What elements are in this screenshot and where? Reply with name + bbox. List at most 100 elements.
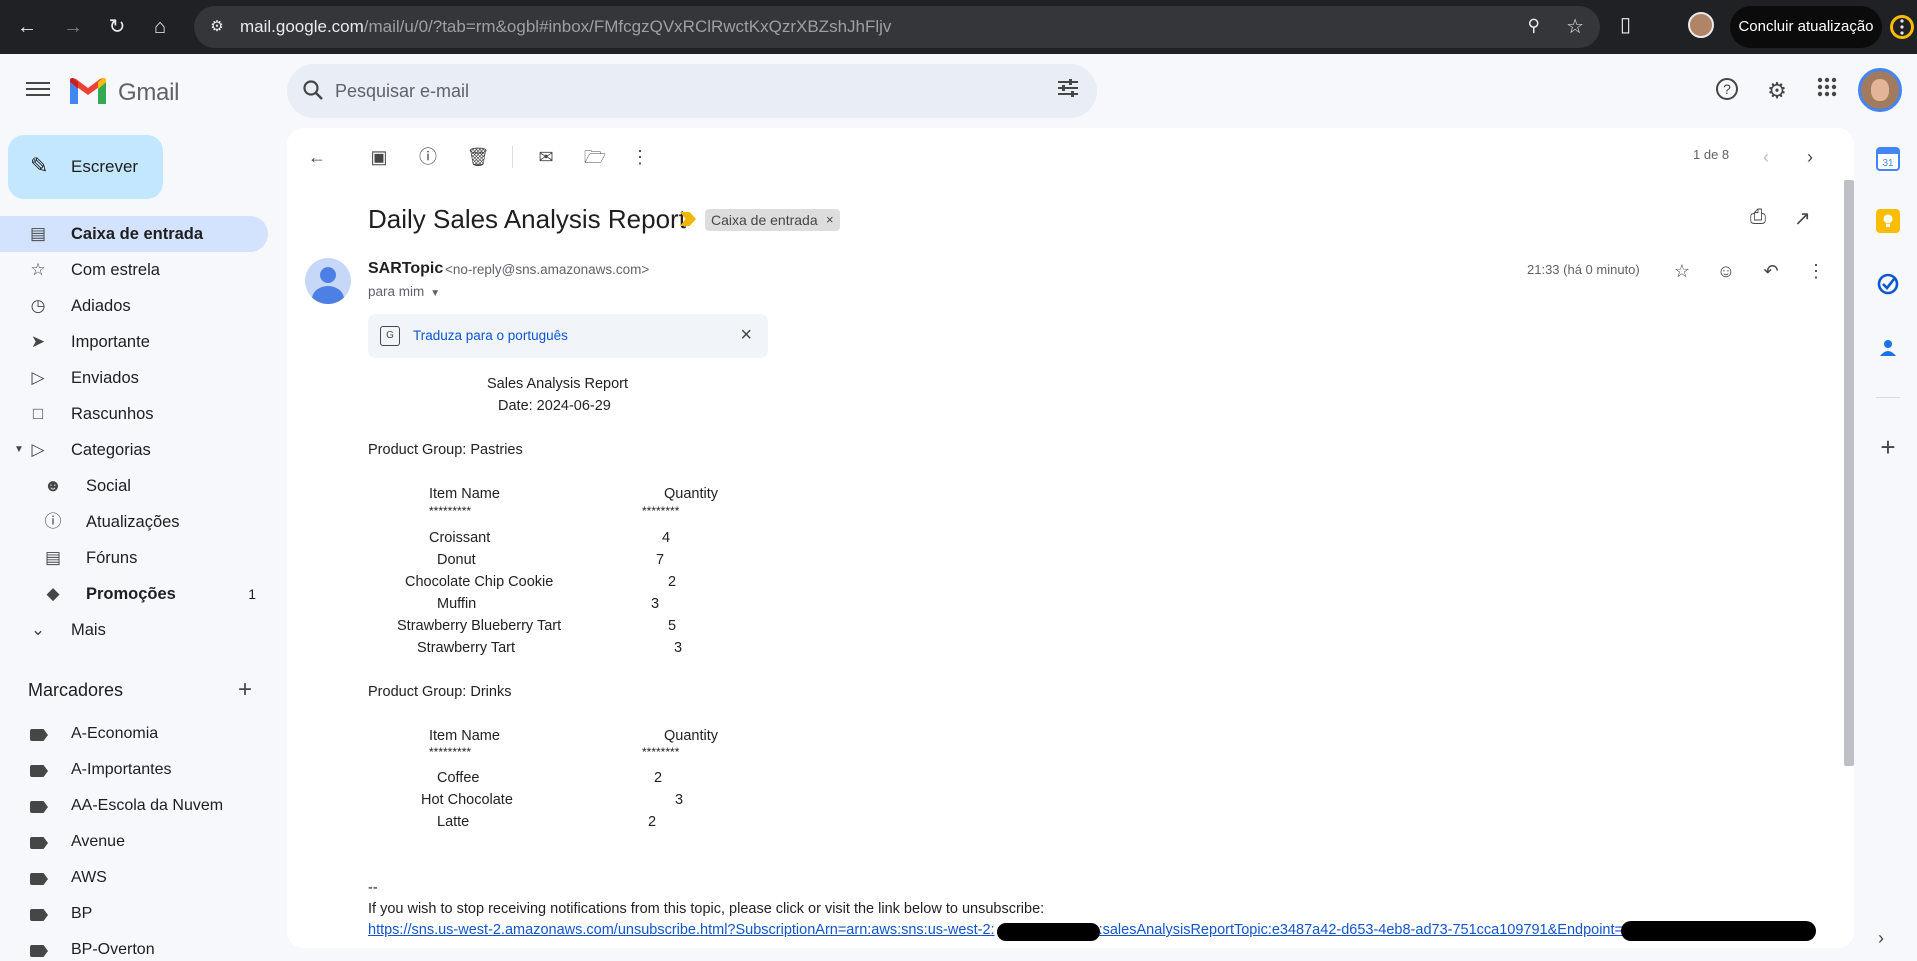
more-actions-icon[interactable]: ⋮ — [625, 142, 655, 172]
item-qty: 2 — [668, 574, 677, 590]
update-button[interactable]: Concluir atualização — [1730, 6, 1882, 48]
tasks-icon[interactable] — [1876, 272, 1900, 296]
sidebar-item-label: Importante — [71, 333, 150, 351]
unsubscribe-link[interactable]: https://sns.us-west-2.amazonaws.com/unsu… — [368, 922, 1623, 938]
sidebar-item-important[interactable]: ➤ Importante — [0, 324, 268, 360]
main-menu-icon[interactable] — [26, 78, 50, 102]
gmail-logo[interactable]: Gmail — [70, 76, 182, 108]
add-label-icon[interactable]: + — [238, 676, 252, 704]
sidebar-item-label: Promoções — [86, 585, 176, 603]
url-host: mail.google.com — [240, 17, 364, 36]
calendar-icon[interactable]: 31 — [1876, 147, 1900, 171]
url-path: /mail/u/0/?tab=rm&ogbl#inbox/FMfcgzQVxRC… — [363, 17, 892, 36]
delete-icon[interactable]: 🗑 — [463, 142, 493, 172]
site-info-icon[interactable]: ⚙ — [206, 16, 228, 38]
zoom-icon[interactable]: ⚲ — [1528, 16, 1540, 36]
search-options-icon[interactable] — [1057, 78, 1079, 104]
sidebar-item-categories[interactable]: ▼ ▷ Categorias — [0, 432, 268, 468]
search-icon[interactable] — [301, 78, 327, 104]
browser-menu-icon[interactable] — [1890, 10, 1914, 44]
labels-heading: Marcadores — [28, 680, 124, 700]
account-avatar[interactable] — [1858, 68, 1902, 112]
url-text[interactable]: mail.google.com/mail/u/0/?tab=rm&ogbl#in… — [240, 17, 891, 37]
older-chevron-icon[interactable]: › — [1795, 142, 1825, 172]
rail-divider — [1876, 397, 1900, 398]
reply-icon[interactable]: ↶ — [1756, 256, 1786, 286]
chevron-down-icon: ⌄ — [30, 620, 46, 639]
message-more-icon[interactable]: ⋮ — [1801, 256, 1831, 286]
sidebar-item-social[interactable]: ☻ Social — [0, 468, 268, 504]
label-item[interactable]: AWS — [0, 861, 268, 895]
browser-profile-avatar[interactable] — [1688, 12, 1714, 38]
report-spam-icon[interactable]: ⓘ — [413, 142, 443, 172]
clock-icon: ◷ — [30, 296, 46, 315]
print-icon[interactable]: ⎙ — [1750, 206, 1766, 229]
label-name: BP-Overton — [71, 941, 155, 958]
sidebar-item-sent[interactable]: ▷ Enviados — [0, 360, 268, 396]
sidebar-item-updates[interactable]: ⓘ Atualizações — [0, 504, 268, 540]
label-item[interactable]: BP — [0, 897, 268, 931]
draft-icon: □ — [32, 404, 44, 423]
home-icon[interactable]: ⌂ — [145, 12, 175, 42]
message-scrollbar[interactable] — [1844, 180, 1854, 766]
open-new-window-icon[interactable]: ↗ — [1794, 206, 1811, 231]
sidebar-item-starred[interactable]: ☆ Com estrela — [0, 252, 268, 288]
emoji-react-icon[interactable]: ☺ — [1711, 256, 1741, 286]
signature-dashes: -- — [368, 880, 378, 896]
unread-count: 1 — [248, 586, 256, 602]
label-item[interactable]: Avenue — [0, 825, 268, 859]
extensions-icon[interactable]: ▯ — [1620, 12, 1631, 37]
help-icon[interactable]: ? — [1712, 76, 1742, 106]
settings-gear-icon[interactable]: ⚙ — [1762, 76, 1792, 106]
newer-chevron-icon[interactable]: ‹ — [1751, 142, 1781, 172]
contacts-icon[interactable] — [1876, 336, 1900, 360]
sidebar-item-drafts[interactable]: □ Rascunhos — [0, 396, 268, 432]
label-name: A-Importantes — [71, 761, 172, 778]
archive-icon[interactable]: ▣ — [364, 142, 394, 172]
label-item[interactable]: A-Importantes — [0, 753, 268, 787]
label-item[interactable]: AA-Escola da Nuvem — [0, 789, 268, 823]
compose-label: Escrever — [71, 157, 139, 176]
sidebar-item-forums[interactable]: ▤ Fóruns — [0, 540, 268, 576]
recipient-details[interactable]: para mim ▼ — [368, 284, 440, 299]
address-bar[interactable]: ⚙ mail.google.com/mail/u/0/?tab=rm&ogbl#… — [194, 6, 1600, 48]
label-name: AWS — [71, 869, 107, 886]
back-icon[interactable]: ← — [12, 12, 42, 42]
sidebar-item-promotions[interactable]: ◆ Promoções 1 — [0, 576, 268, 612]
item-name: Strawberry Blueberry Tart — [397, 618, 562, 634]
translate-link[interactable]: Traduza para o português — [413, 328, 568, 343]
column-header-qty: Quantity — [664, 486, 718, 502]
sidebar-item-snoozed[interactable]: ◷ Adiados — [0, 288, 268, 324]
remove-label-icon[interactable]: × — [826, 209, 834, 231]
close-icon[interactable]: × — [740, 324, 752, 347]
label-tag-icon — [30, 873, 48, 885]
redaction-block — [997, 923, 1100, 941]
add-addon-icon[interactable]: + — [1876, 432, 1900, 463]
label-item[interactable]: BP-Overton — [0, 933, 268, 961]
label-name: BP — [71, 905, 93, 922]
bookmark-star-icon[interactable]: ☆ — [1566, 14, 1584, 39]
item-name: Muffin — [437, 596, 477, 612]
tag-icon: ◆ — [46, 584, 60, 603]
apps-grid-icon[interactable] — [1812, 76, 1842, 106]
label-item[interactable]: A-Economia — [0, 717, 268, 751]
column-header-item: Item Name — [429, 486, 500, 502]
back-to-inbox-icon[interactable]: ← — [302, 142, 332, 172]
reload-icon[interactable]: ↻ — [102, 12, 132, 42]
hide-panel-chevron-icon[interactable]: › — [1878, 928, 1884, 949]
move-to-icon[interactable]: 🗁 — [580, 142, 610, 172]
mark-unread-icon[interactable]: ✉ — [531, 142, 561, 172]
label-tag-icon — [30, 837, 48, 849]
sidebar-item-label: Caixa de entrada — [71, 225, 204, 243]
inbox-label-chip[interactable]: Caixa de entrada × — [705, 209, 840, 231]
details-dropdown-icon[interactable]: ▼ — [430, 288, 440, 299]
report-date: Date: 2024-06-29 — [498, 398, 611, 414]
star-message-icon[interactable]: ☆ — [1667, 256, 1697, 286]
search-input[interactable] — [335, 76, 995, 106]
sidebar-item-more[interactable]: ⌄ Mais — [0, 612, 268, 648]
sidebar-item-inbox[interactable]: ▤ Caixa de entrada — [0, 216, 268, 252]
caret-down-icon[interactable]: ▼ — [14, 444, 24, 455]
keep-icon[interactable] — [1876, 209, 1900, 233]
forward-icon[interactable]: → — [58, 12, 88, 42]
compose-button[interactable]: ✎ Escrever — [8, 135, 163, 199]
